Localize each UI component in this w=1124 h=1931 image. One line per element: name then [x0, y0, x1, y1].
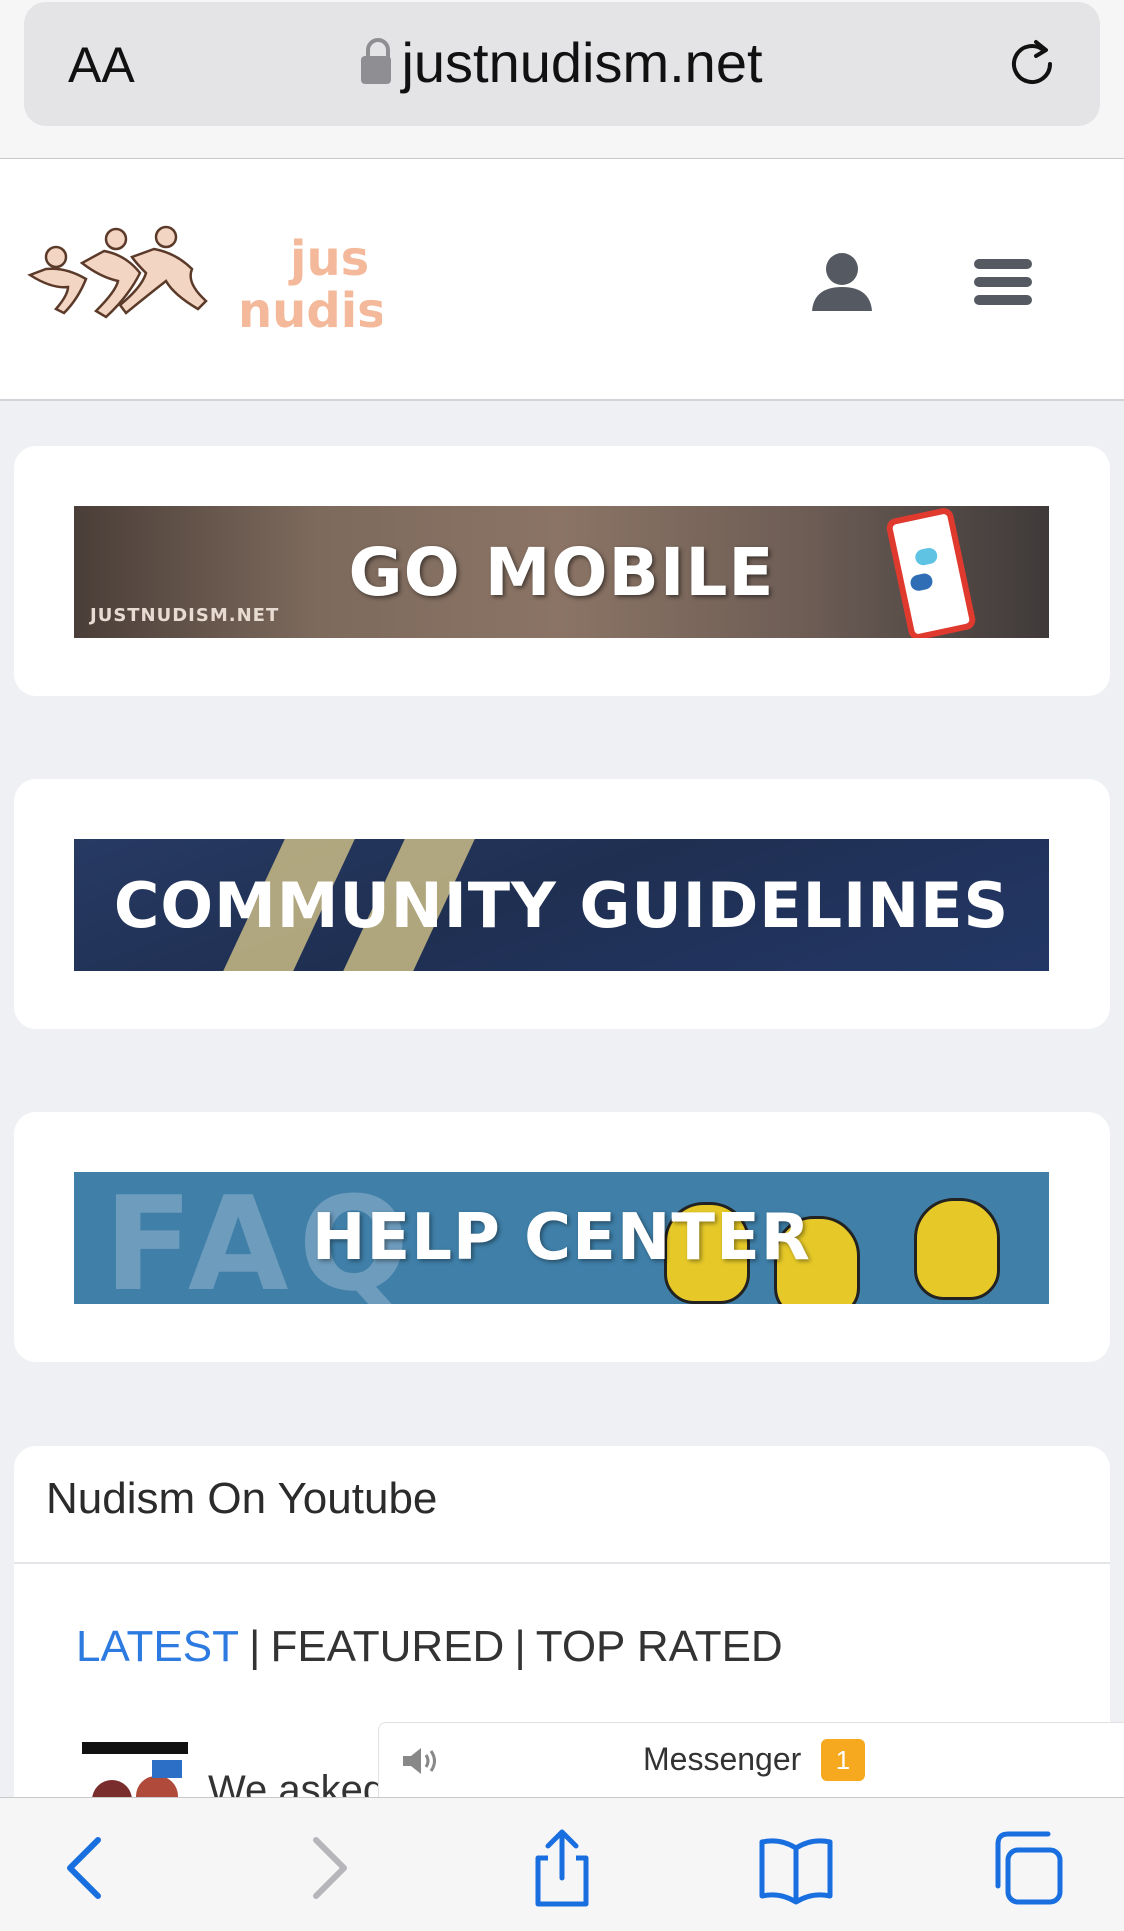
messenger-label: Messenger [643, 1741, 802, 1777]
reload-icon[interactable] [1002, 34, 1062, 94]
youtube-tabs: LATEST | FEATURED | TOP RATED [76, 1622, 783, 1671]
community-guidelines-card: COMMUNITY GUIDELINES [14, 779, 1110, 1029]
lightbulb-icon [914, 1198, 1000, 1300]
go-mobile-card: GO MOBILE JUSTNUDISM.NET [14, 446, 1110, 696]
lock-icon [361, 38, 392, 84]
url-text: justnudism.net [401, 31, 763, 94]
forward-arrow-icon[interactable] [288, 1828, 368, 1908]
help-center-banner[interactable]: FAQ HELP CENTER [74, 1172, 1049, 1304]
address-bar[interactable]: AA justnudism.net [24, 2, 1100, 126]
divider [14, 1562, 1110, 1564]
bookmarks-icon[interactable] [756, 1828, 836, 1908]
tab-latest[interactable]: LATEST [76, 1622, 239, 1671]
community-guidelines-banner[interactable]: COMMUNITY GUIDELINES [74, 839, 1049, 971]
tab-top-rated[interactable]: TOP RATED [536, 1622, 783, 1671]
banner-title: COMMUNITY GUIDELINES [113, 868, 1010, 942]
user-icon[interactable] [810, 249, 874, 313]
messenger-badge: 1 [821, 1739, 865, 1781]
phone-icon [884, 506, 978, 638]
banner-subtitle: JUSTNUDISM.NET [90, 605, 280, 626]
banner-title: HELP CENTER [311, 1201, 812, 1275]
speaker-icon[interactable] [401, 1745, 439, 1777]
share-icon[interactable] [522, 1828, 602, 1908]
tabs-icon[interactable] [990, 1828, 1070, 1908]
tab-featured[interactable]: FEATURED [270, 1622, 504, 1671]
logo-text-line1: jus [288, 231, 369, 287]
youtube-section-title: Nudism On Youtube [46, 1474, 438, 1523]
logo-text-line2: nudis [238, 283, 382, 337]
url-field[interactable]: justnudism.net [24, 30, 1100, 95]
messenger-bar[interactable]: Messenger 1 [378, 1722, 1124, 1799]
hamburger-menu-icon[interactable] [974, 259, 1032, 305]
banner-title: GO MOBILE [348, 533, 775, 611]
back-arrow-icon[interactable] [46, 1828, 126, 1908]
help-center-card: FAQ HELP CENTER [14, 1112, 1110, 1362]
browser-toolbar [0, 1797, 1124, 1931]
site-header: jus nudis [0, 159, 1124, 401]
go-mobile-banner[interactable]: GO MOBILE JUSTNUDISM.NET [74, 506, 1049, 638]
browser-address-area: AA justnudism.net [0, 0, 1124, 159]
site-logo[interactable]: jus nudis [16, 217, 382, 337]
